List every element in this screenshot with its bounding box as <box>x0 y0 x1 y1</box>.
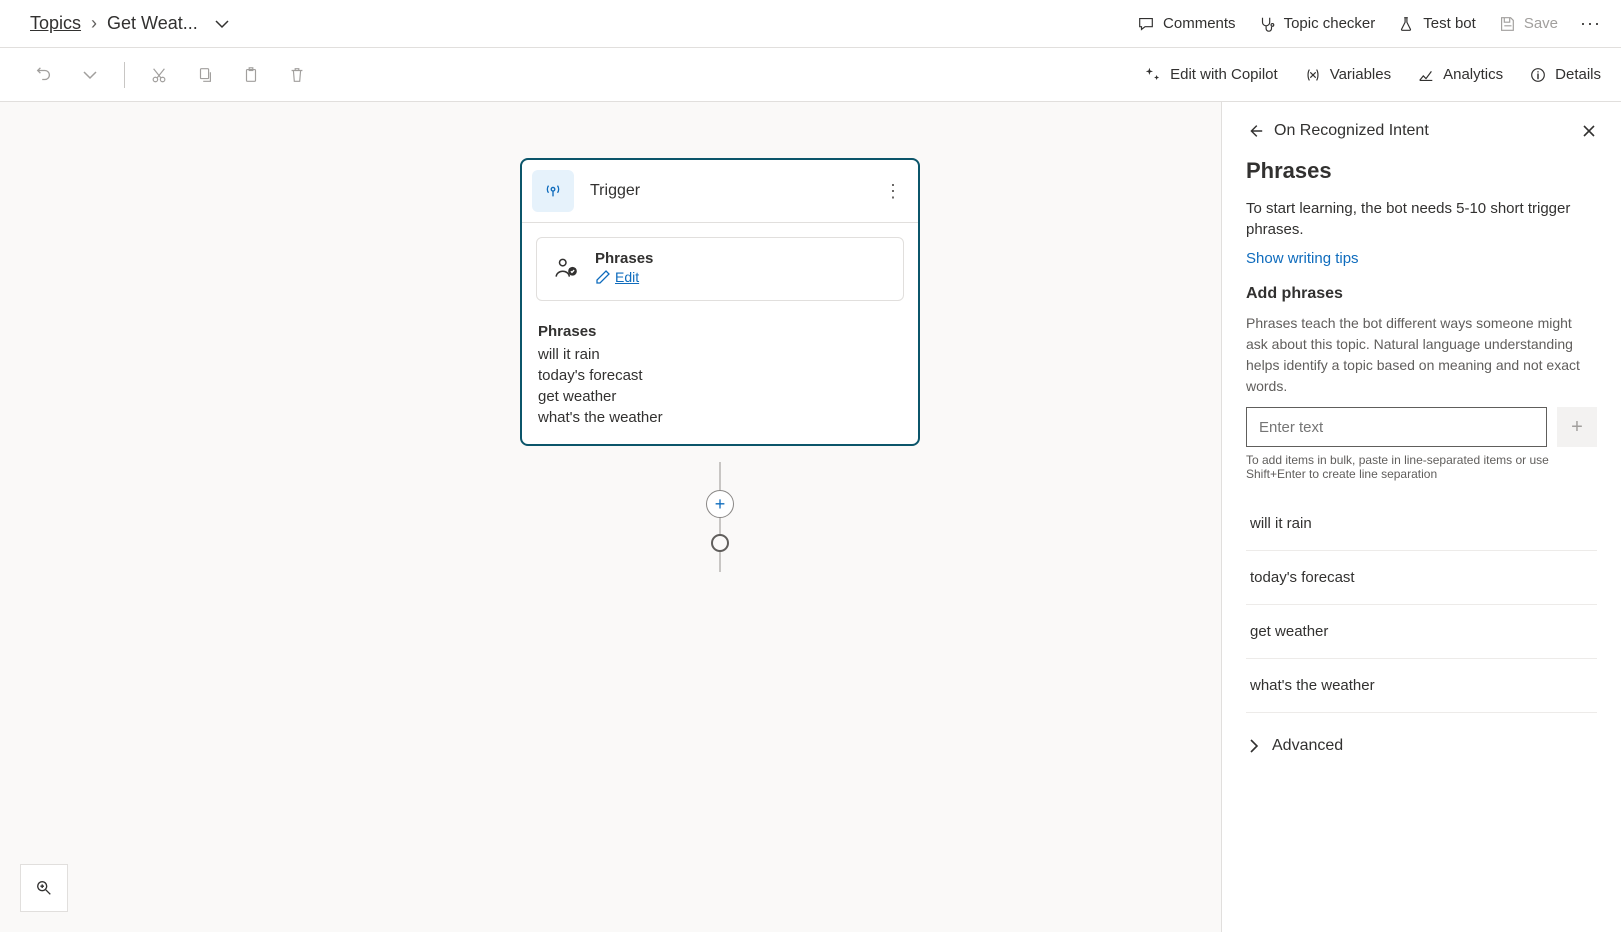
topic-checker-button[interactable]: Topic checker <box>1258 15 1376 33</box>
cut-icon <box>150 66 168 84</box>
variables-button[interactable]: Variables <box>1304 66 1391 84</box>
flask-icon <box>1397 15 1415 33</box>
node-phrase-list: Phrases will it rain today's forecast ge… <box>522 315 918 444</box>
test-bot-label: Test bot <box>1423 15 1476 32</box>
edit-with-copilot-button[interactable]: Edit with Copilot <box>1144 66 1278 84</box>
add-phrases-heading: Add phrases <box>1246 285 1597 303</box>
undo-button[interactable] <box>30 61 58 89</box>
panel-back-button[interactable] <box>1246 122 1264 140</box>
copilot-label: Edit with Copilot <box>1170 66 1278 83</box>
trash-icon <box>288 66 306 84</box>
overflow-menu[interactable]: ··· <box>1580 13 1601 34</box>
comment-icon <box>1137 15 1155 33</box>
chart-icon <box>1417 66 1435 84</box>
authoring-canvas[interactable]: Trigger ⋮ Phrases Edit <box>0 102 1221 932</box>
phrases-section-title: Phrases <box>595 250 653 267</box>
writing-tips-link[interactable]: Show writing tips <box>1246 250 1359 267</box>
copy-button[interactable] <box>191 61 219 89</box>
panel-phrase-item[interactable]: today's forecast <box>1246 551 1597 605</box>
breadcrumb: Topics › Get Weat... <box>30 10 236 38</box>
phrases-heading: Phrases <box>538 323 902 340</box>
panel-phrase-item[interactable]: what's the weather <box>1246 659 1597 713</box>
add-phrases-desc: Phrases teach the bot different ways som… <box>1246 313 1597 397</box>
arrow-left-icon <box>1246 122 1264 140</box>
edit-phrases-link[interactable]: Edit <box>595 269 639 285</box>
paste-button[interactable] <box>237 61 265 89</box>
sparkle-icon <box>1144 66 1162 84</box>
breadcrumb-current: Get Weat... <box>107 13 198 34</box>
panel-phrase-item[interactable]: get weather <box>1246 605 1597 659</box>
undo-icon <box>35 66 53 84</box>
analytics-button[interactable]: Analytics <box>1417 66 1503 84</box>
phrase-item: today's forecast <box>538 365 902 386</box>
stethoscope-icon <box>1258 15 1276 33</box>
variable-icon <box>1304 66 1322 84</box>
chevron-down-icon <box>214 16 230 32</box>
phrases-panel: On Recognized Intent Phrases To start le… <box>1221 102 1621 932</box>
phrase-item: what's the weather <box>538 407 902 428</box>
breadcrumb-root[interactable]: Topics <box>30 13 81 34</box>
phrases-card[interactable]: Phrases Edit <box>536 237 904 301</box>
node-menu[interactable]: ⋮ <box>884 181 902 202</box>
panel-title: On Recognized Intent <box>1274 122 1429 140</box>
zoom-fit-button[interactable] <box>20 864 68 912</box>
undo-dropdown[interactable] <box>76 61 104 89</box>
add-node-button[interactable]: + <box>706 490 734 518</box>
trigger-node[interactable]: Trigger ⋮ Phrases Edit <box>520 158 920 446</box>
analytics-label: Analytics <box>1443 66 1503 83</box>
paste-icon <box>242 66 260 84</box>
panel-close-button[interactable] <box>1581 123 1597 139</box>
save-icon <box>1498 15 1516 33</box>
save-button[interactable]: Save <box>1498 15 1558 33</box>
breadcrumb-sep: › <box>91 13 97 34</box>
delete-button[interactable] <box>283 61 311 89</box>
advanced-section-toggle[interactable]: Advanced <box>1246 737 1597 755</box>
phrase-item: get weather <box>538 386 902 407</box>
save-label: Save <box>1524 15 1558 32</box>
phrase-item: will it rain <box>538 344 902 365</box>
panel-desc: To start learning, the bot needs 5-10 sh… <box>1246 198 1597 240</box>
node-title: Trigger <box>590 182 640 200</box>
end-node <box>711 534 729 552</box>
close-icon <box>1581 123 1597 139</box>
copy-icon <box>196 66 214 84</box>
toolbar-separator <box>124 62 125 88</box>
topic-checker-label: Topic checker <box>1284 15 1376 32</box>
breadcrumb-dropdown[interactable] <box>208 10 236 38</box>
pencil-icon <box>595 269 611 285</box>
variables-label: Variables <box>1330 66 1391 83</box>
info-icon <box>1529 66 1547 84</box>
zoom-icon <box>35 879 53 897</box>
cut-button[interactable] <box>145 61 173 89</box>
input-hint: To add items in bulk, paste in line-sepa… <box>1246 453 1597 481</box>
test-bot-button[interactable]: Test bot <box>1397 15 1476 33</box>
person-speech-icon <box>553 255 579 284</box>
details-button[interactable]: Details <box>1529 66 1601 84</box>
chevron-right-icon <box>1246 738 1262 754</box>
broadcast-icon <box>544 182 562 200</box>
add-phrase-button[interactable]: + <box>1557 407 1597 447</box>
details-label: Details <box>1555 66 1601 83</box>
edit-label: Edit <box>615 269 639 285</box>
panel-phrase-item[interactable]: will it rain <box>1246 497 1597 551</box>
chevron-down-icon <box>82 67 98 83</box>
advanced-label: Advanced <box>1272 737 1343 755</box>
panel-heading: Phrases <box>1246 158 1597 184</box>
comments-label: Comments <box>1163 15 1236 32</box>
trigger-icon <box>532 170 574 212</box>
phrase-input[interactable] <box>1246 407 1547 447</box>
comments-button[interactable]: Comments <box>1137 15 1236 33</box>
